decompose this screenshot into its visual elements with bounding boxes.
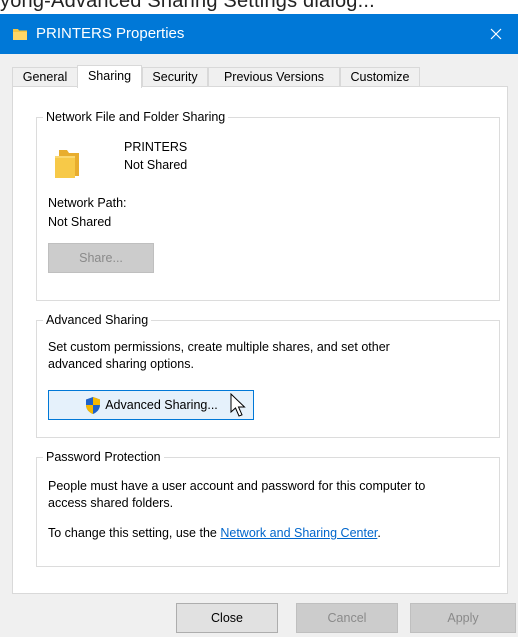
caption-text: yong-Advanced Sharing Settings dialog... xyxy=(0,0,375,12)
change-setting-suffix: . xyxy=(377,526,381,540)
close-button[interactable]: Close xyxy=(176,603,278,633)
advanced-sharing-button-label: Advanced Sharing... xyxy=(105,398,218,412)
close-icon xyxy=(490,28,502,40)
apply-button[interactable]: Apply xyxy=(410,603,516,633)
tab-sharing[interactable]: Sharing xyxy=(77,65,142,88)
sharing-tab-panel: Network File and Folder Sharing PRINTERS… xyxy=(12,86,508,594)
mouse-cursor-icon xyxy=(230,393,246,417)
close-window-button[interactable] xyxy=(474,14,518,54)
network-path-label: Network Path: xyxy=(48,196,127,210)
password-protection-line1: People must have a user account and pass… xyxy=(48,479,426,493)
network-sharing-title: Network File and Folder Sharing xyxy=(43,109,229,125)
tab-previous-versions[interactable]: Previous Versions xyxy=(208,67,340,86)
properties-dialog: PRINTERS Properties General Sharing Secu… xyxy=(0,14,518,637)
advanced-sharing-button[interactable]: Advanced Sharing... xyxy=(48,390,254,420)
password-protection-group: Password Protection People must have a u… xyxy=(36,449,500,567)
advanced-sharing-group: Advanced Sharing Set custom permissions,… xyxy=(36,312,500,438)
network-sharing-center-link[interactable]: Network and Sharing Center xyxy=(220,526,377,540)
password-protection-line2: access shared folders. xyxy=(48,496,174,510)
uac-shield-icon xyxy=(86,396,101,414)
cancel-button[interactable]: Cancel xyxy=(296,603,398,633)
folder-share-status: Not Shared xyxy=(124,158,188,172)
share-button[interactable]: Share... xyxy=(48,243,154,273)
tab-security[interactable]: Security xyxy=(142,67,208,86)
password-protection-title: Password Protection xyxy=(43,449,164,465)
change-setting-prefix: To change this setting, use the xyxy=(48,526,221,540)
window-title: PRINTERS Properties xyxy=(36,25,185,42)
advanced-sharing-description-line1: Set custom permissions, create multiple … xyxy=(48,340,390,354)
tab-general[interactable]: General xyxy=(12,67,78,86)
network-path-value: Not Shared xyxy=(48,215,112,229)
tab-customize[interactable]: Customize xyxy=(340,67,420,86)
folder-icon xyxy=(13,29,27,40)
shared-folder-icon xyxy=(55,150,79,178)
change-setting-text: To change this setting, use the Network … xyxy=(48,525,381,541)
advanced-sharing-title: Advanced Sharing xyxy=(43,312,152,328)
caption-strip: yong-Advanced Sharing Settings dialog... xyxy=(0,0,518,14)
title-bar[interactable]: PRINTERS Properties xyxy=(0,14,518,54)
advanced-sharing-description-line2: advanced sharing options. xyxy=(48,357,194,371)
folder-name: PRINTERS xyxy=(124,140,188,154)
network-sharing-group: Network File and Folder Sharing PRINTERS… xyxy=(36,109,500,301)
